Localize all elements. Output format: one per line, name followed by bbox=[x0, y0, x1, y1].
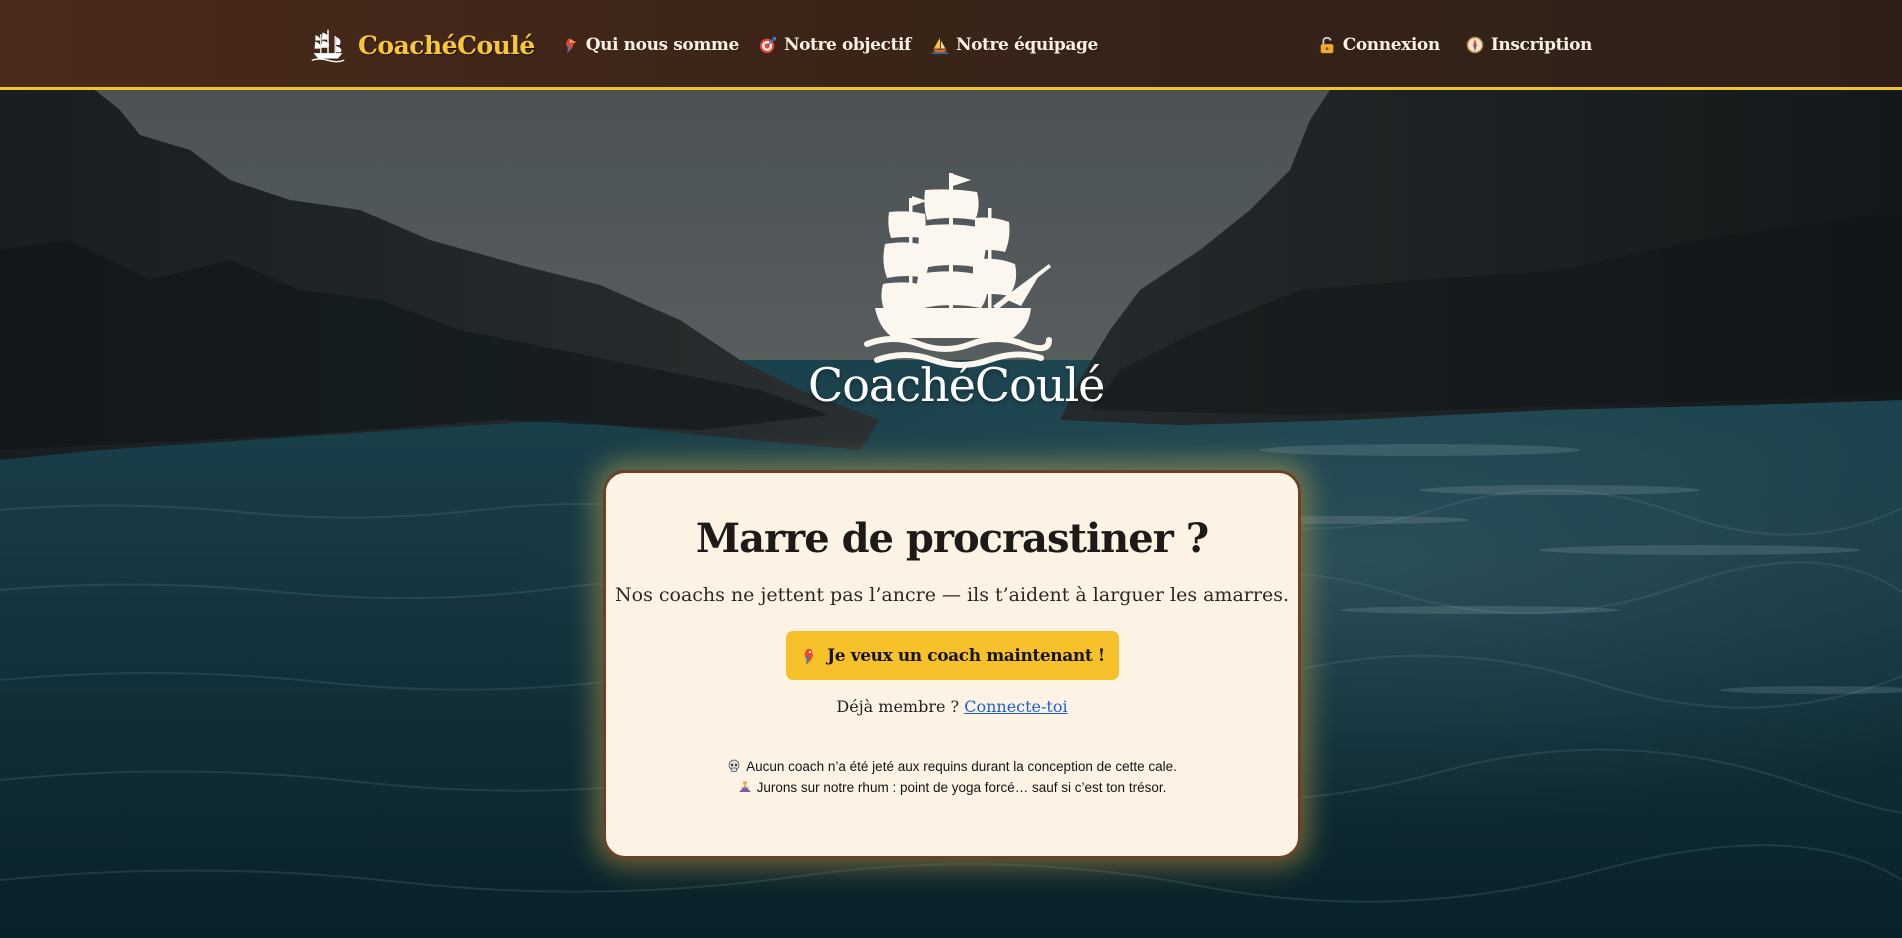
login-link[interactable]: Connexion bbox=[1318, 35, 1440, 55]
meditation-icon bbox=[738, 781, 751, 792]
target-icon bbox=[759, 36, 776, 54]
unlock-icon bbox=[1320, 36, 1334, 54]
signup-link[interactable]: Inscription bbox=[1466, 35, 1592, 55]
card-title: Marre de procrastiner ? bbox=[695, 515, 1209, 562]
note-text: Aucun coach n’a été jeté aux requins dur… bbox=[746, 759, 1177, 774]
card-notes: Aucun coach n’a été jeté aux requins dur… bbox=[606, 756, 1298, 798]
member-prefix: Déjà membre ? bbox=[836, 697, 960, 716]
parrot-icon bbox=[565, 38, 577, 54]
top-navbar: CoachéCoulé Qui nous somme Notre objecti… bbox=[0, 0, 1902, 90]
nav-link-label: Notre objectif bbox=[783, 35, 911, 55]
ship-icon bbox=[311, 29, 345, 63]
get-coach-label: Je veux un coach maintenant ! bbox=[827, 645, 1105, 666]
get-coach-button[interactable]: Je veux un coach maintenant ! bbox=[785, 631, 1119, 680]
nav-link-qui-nous-somme[interactable]: Qui nous somme bbox=[561, 35, 739, 55]
login-label: Connexion bbox=[1342, 35, 1441, 55]
note-line: Aucun coach n’a été jeté aux requins dur… bbox=[606, 756, 1298, 777]
brand-link[interactable]: CoachéCoulé bbox=[310, 27, 535, 63]
nav-link-notre-equipage[interactable]: Notre équipage bbox=[931, 35, 1098, 55]
cta-card: Marre de procrastiner ? Nos coachs ne je… bbox=[603, 470, 1301, 859]
nav-link-label: Notre équipage bbox=[955, 35, 1098, 55]
brand-name: CoachéCoulé bbox=[358, 30, 535, 60]
nav-link-notre-objectif[interactable]: Notre objectif bbox=[759, 35, 911, 55]
card-subtitle: Nos coachs ne jettent pas l’ancre — ils … bbox=[615, 584, 1289, 606]
parrot-icon bbox=[804, 648, 817, 665]
nav-right-group: Connexion Inscription bbox=[1292, 22, 1592, 68]
hero-logo-text: CoachéCoulé bbox=[808, 358, 1105, 412]
signup-label: Inscription bbox=[1490, 35, 1593, 55]
nav-left-group: CoachéCoulé Qui nous somme Notre objecti… bbox=[310, 22, 1118, 68]
compass-icon bbox=[1466, 36, 1484, 54]
login-inline-link[interactable]: Connecte-toi bbox=[964, 697, 1067, 716]
member-line: Déjà membre ? Connecte-toi bbox=[606, 697, 1298, 716]
nav-link-label: Qui nous somme bbox=[585, 35, 740, 55]
skull-icon bbox=[728, 759, 740, 772]
hero-logo: CoachéCoulé bbox=[808, 168, 1105, 418]
note-text: Jurons sur notre rhum : point de yoga fo… bbox=[756, 780, 1167, 795]
ship-icon bbox=[864, 173, 1052, 368]
sailboat-icon bbox=[931, 37, 949, 54]
note-line: Jurons sur notre rhum : point de yoga fo… bbox=[606, 777, 1298, 798]
